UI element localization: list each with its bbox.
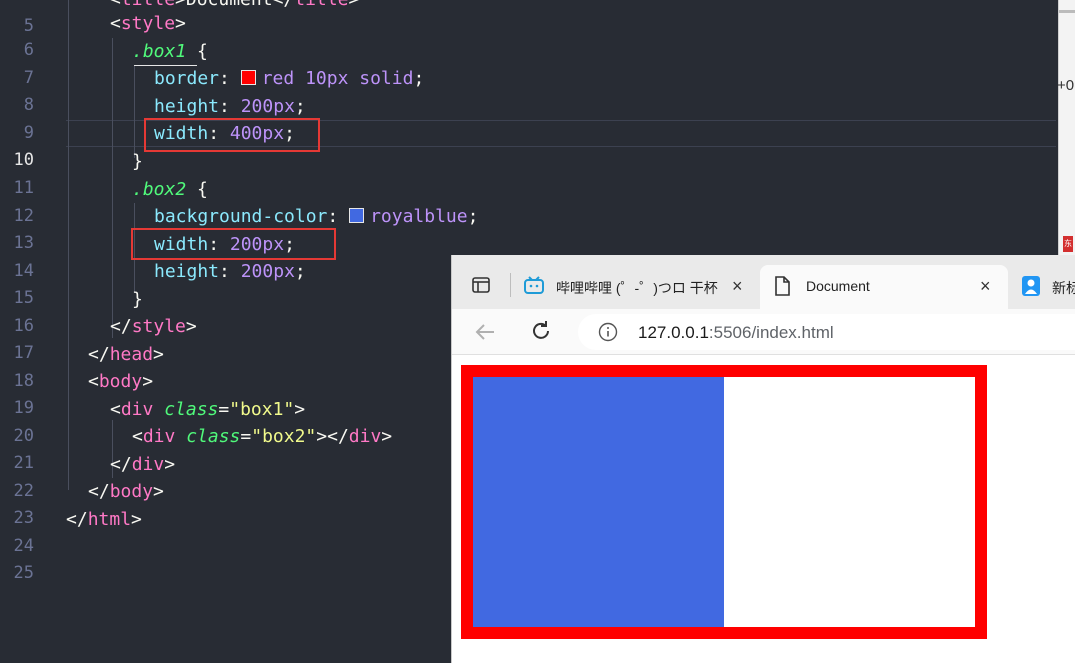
box2-element — [473, 377, 724, 627]
tab-actions-icon[interactable] — [472, 277, 490, 293]
code-line-12[interactable]: 12 .box2 { — [0, 176, 1058, 226]
code-line-9[interactable]: 9 height: 200px; — [0, 93, 1058, 143]
info-icon[interactable] — [598, 322, 618, 342]
url-path: :5506/index.html — [708, 323, 834, 342]
line-number: 25 — [13, 563, 34, 583]
url-field[interactable]: 127.0.0.1:5506/index.html — [578, 314, 1075, 350]
color-swatch-royalblue[interactable] — [349, 207, 365, 223]
refresh-icon[interactable] — [530, 320, 552, 342]
code-line-8[interactable]: 8 border: red 10px solid; — [0, 65, 1058, 115]
back-icon[interactable] — [474, 321, 496, 343]
tab-label: Document — [806, 278, 870, 294]
bilibili-icon — [524, 276, 544, 294]
code-line-13[interactable]: 13 background-color: royalblue; — [0, 203, 1058, 253]
code-line-6[interactable]: 6 <style> — [0, 10, 1058, 60]
tab-new[interactable]: 新标 — [1014, 265, 1075, 309]
tab-separator — [510, 273, 511, 297]
scroll-indicator — [1059, 10, 1075, 13]
tab-label: 新标 — [1052, 280, 1075, 296]
tab-label: 哔哩哔哩 (゜-゜)つロ 干杯 — [556, 280, 718, 296]
page-viewport — [452, 355, 1075, 663]
side-panel-text: +0 — [1057, 77, 1075, 94]
box1-element — [461, 365, 987, 639]
code-line-7[interactable]: 7 .box1 { — [0, 38, 1058, 88]
url-text: 127.0.0.1:5506/index.html — [638, 323, 834, 343]
code-line-11[interactable]: 11 } — [0, 148, 1058, 198]
document-icon — [774, 276, 790, 296]
url-host: 127.0.0.1 — [638, 323, 709, 342]
annotation-box-width-400 — [144, 118, 320, 152]
color-swatch-red[interactable] — [240, 69, 256, 85]
browser-window[interactable]: 哔哩哔哩 (゜-゜)つロ 干杯 × Document × 新标 — [451, 255, 1075, 663]
side-panel-badge[interactable]: 东 — [1063, 236, 1073, 252]
tab-bilibili[interactable]: 哔哩哔哩 (゜-゜)つロ 干杯 × — [514, 265, 754, 309]
person-icon — [1022, 276, 1040, 296]
tab-document[interactable]: Document × — [760, 265, 1008, 309]
annotation-box-width-200 — [131, 228, 336, 260]
address-bar: 127.0.0.1:5506/index.html — [452, 309, 1075, 355]
close-icon[interactable]: × — [980, 276, 991, 297]
close-icon[interactable]: × — [732, 276, 743, 297]
tab-bar: 哔哩哔哩 (゜-゜)つロ 干杯 × Document × 新标 — [452, 255, 1075, 309]
